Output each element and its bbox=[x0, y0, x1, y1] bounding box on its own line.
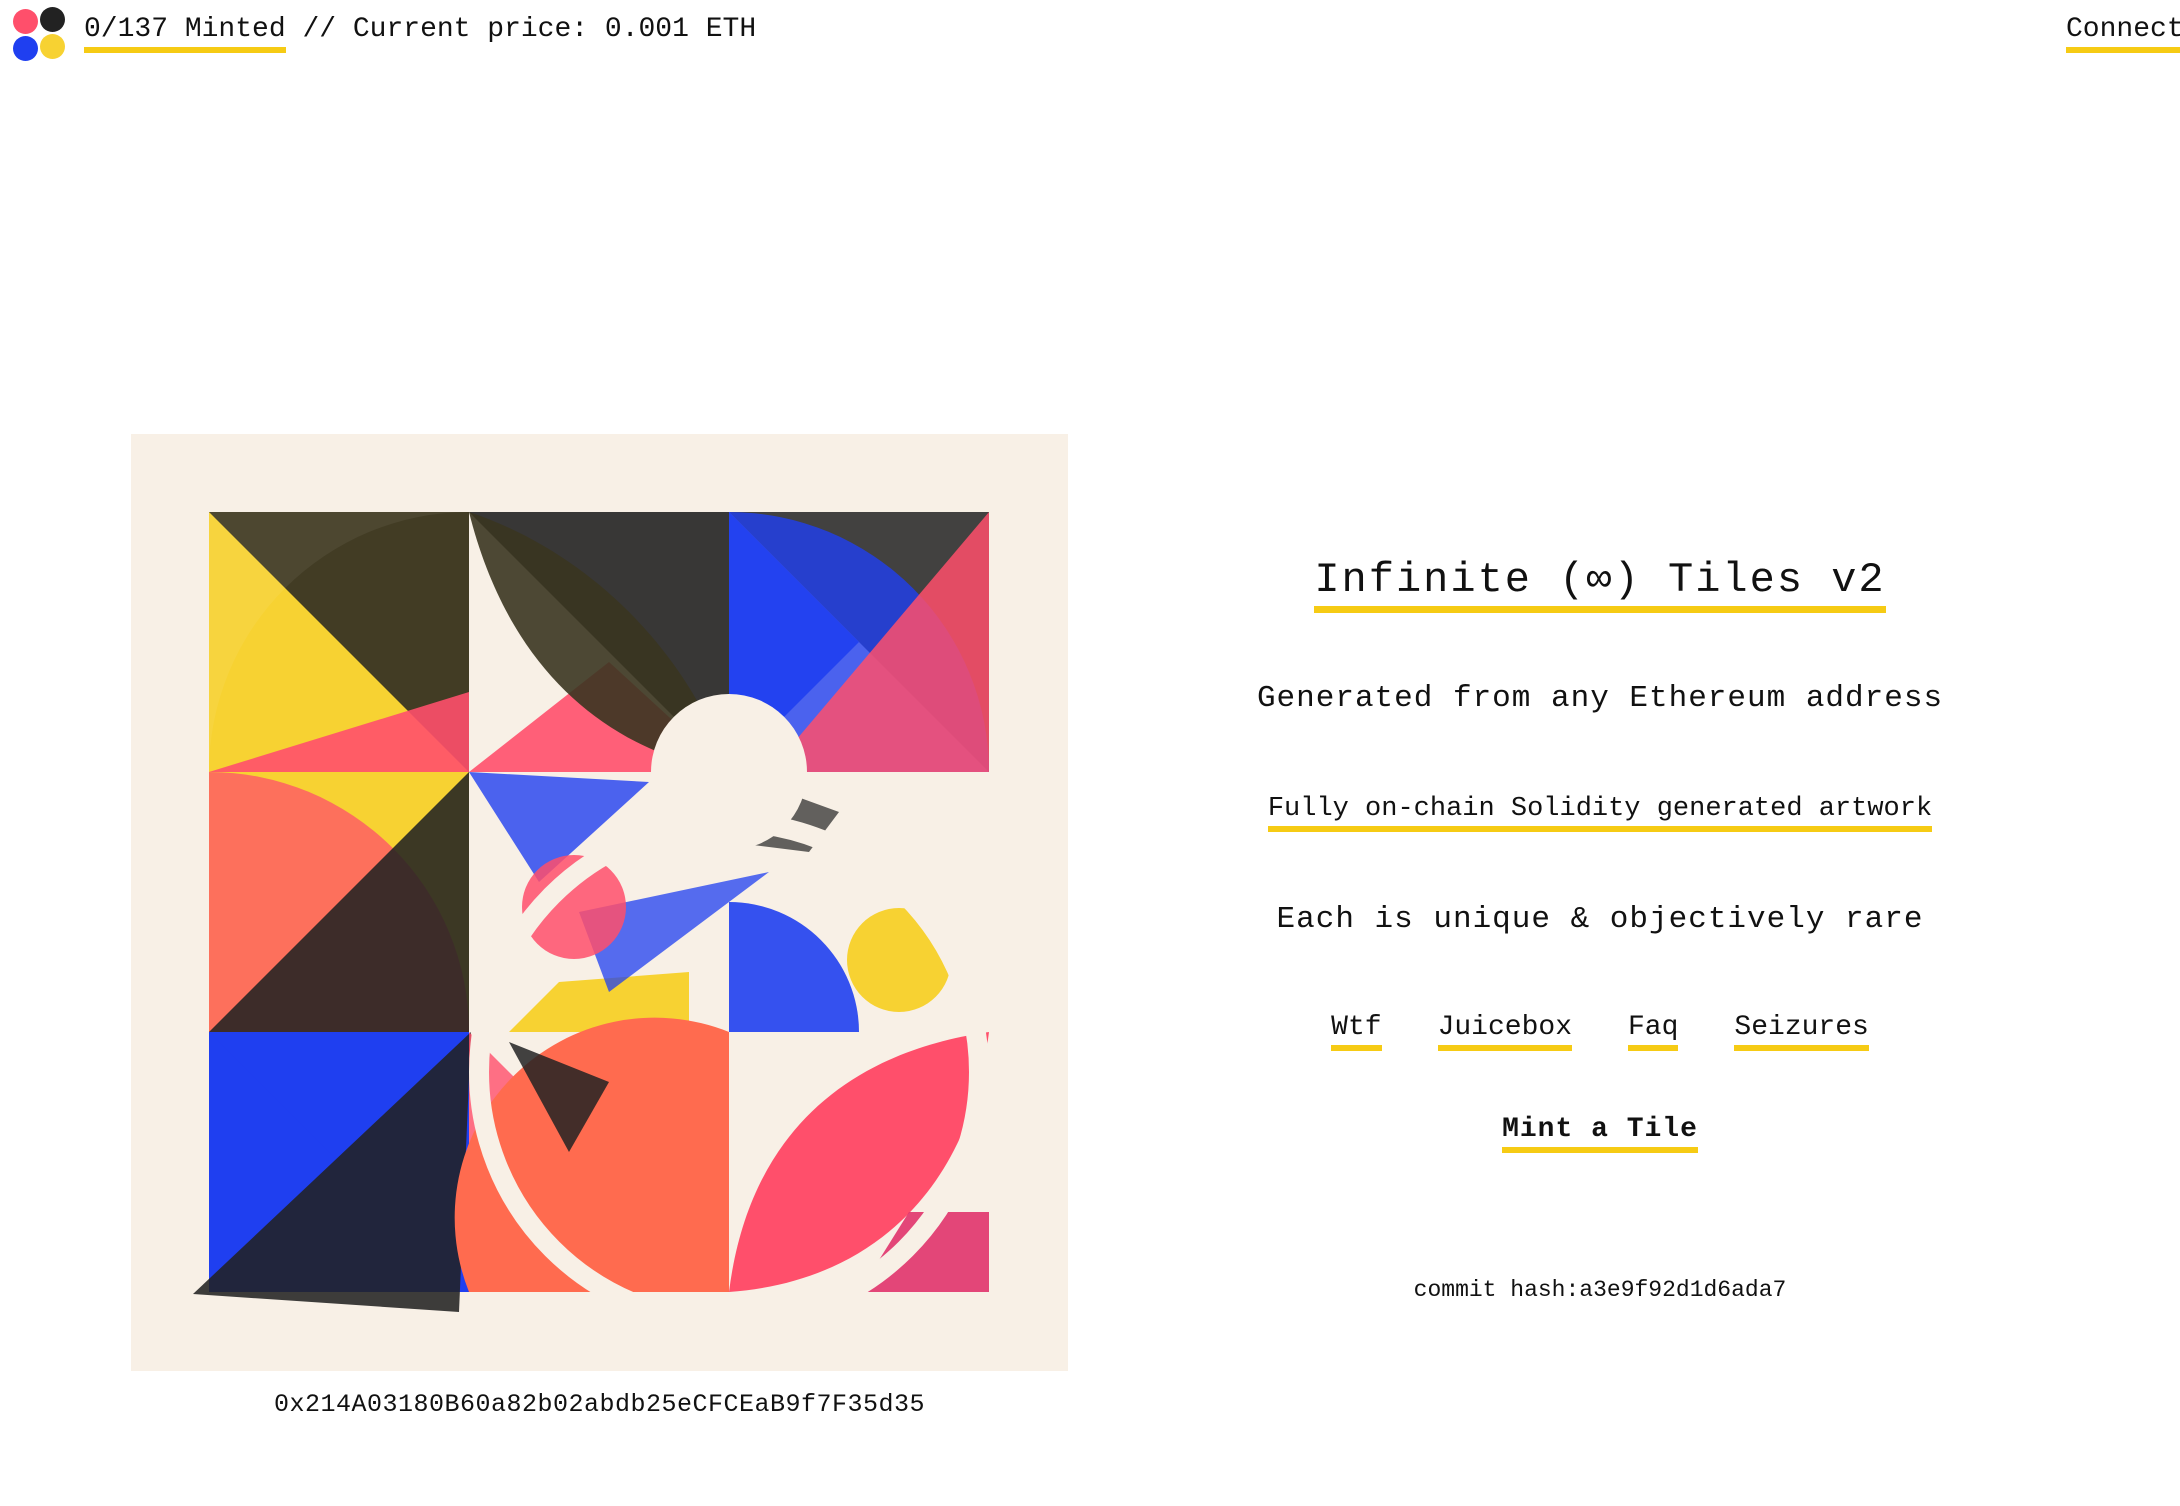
wallet-address: 0x214A03180B60a82b02abdb25eCFCEaB9f7F35d… bbox=[273, 1390, 926, 1419]
link-seizures[interactable]: Seizures bbox=[1734, 1012, 1869, 1051]
connect-button[interactable]: Connect bbox=[2066, 14, 2180, 53]
page-title: Infinite (∞) Tiles v2 bbox=[1180, 556, 2020, 613]
nav-links: Wtf Juicebox Faq Seizures bbox=[1180, 1012, 2020, 1051]
logo-icon[interactable] bbox=[13, 7, 67, 61]
mint-tile-button[interactable]: Mint a Tile bbox=[1502, 1114, 1698, 1153]
link-faq[interactable]: Faq bbox=[1628, 1012, 1679, 1051]
connect-label: Connect bbox=[2066, 14, 2180, 53]
tagline-generated: Generated from any Ethereum address bbox=[1256, 681, 1944, 716]
link-wtf[interactable]: Wtf bbox=[1331, 1012, 1382, 1051]
tile-artwork bbox=[131, 434, 1068, 1371]
link-juicebox[interactable]: Juicebox bbox=[1437, 1012, 1572, 1051]
tagline-onchain-link[interactable]: Fully on-chain Solidity generated artwor… bbox=[1267, 794, 1933, 832]
logo-dot-blue bbox=[13, 36, 38, 61]
commit-hash: commit hash:a3e9f92d1d6ada7 bbox=[1413, 1277, 1787, 1303]
mint-status: 0/137 Minted // Current price: 0.001 ETH bbox=[84, 14, 757, 53]
tagline-onchain: Fully on-chain Solidity generated artwor… bbox=[1180, 794, 2020, 832]
logo-dot-black bbox=[40, 7, 65, 32]
logo-dot-yellow bbox=[40, 34, 65, 59]
generative-tile-artwork-icon bbox=[131, 434, 1068, 1371]
logo-dot-red bbox=[13, 9, 38, 34]
current-price: // Current price: 0.001 ETH bbox=[285, 14, 757, 45]
minted-count[interactable]: 0/137 Minted bbox=[84, 14, 286, 53]
mint-section: Mint a Tile bbox=[1180, 1114, 2020, 1153]
tagline-unique: Each is unique & objectively rare bbox=[1276, 902, 1924, 937]
header-bar: 0/137 Minted // Current price: 0.001 ETH… bbox=[0, 0, 2180, 70]
page-title-text[interactable]: Infinite (∞) Tiles v2 bbox=[1314, 556, 1886, 613]
